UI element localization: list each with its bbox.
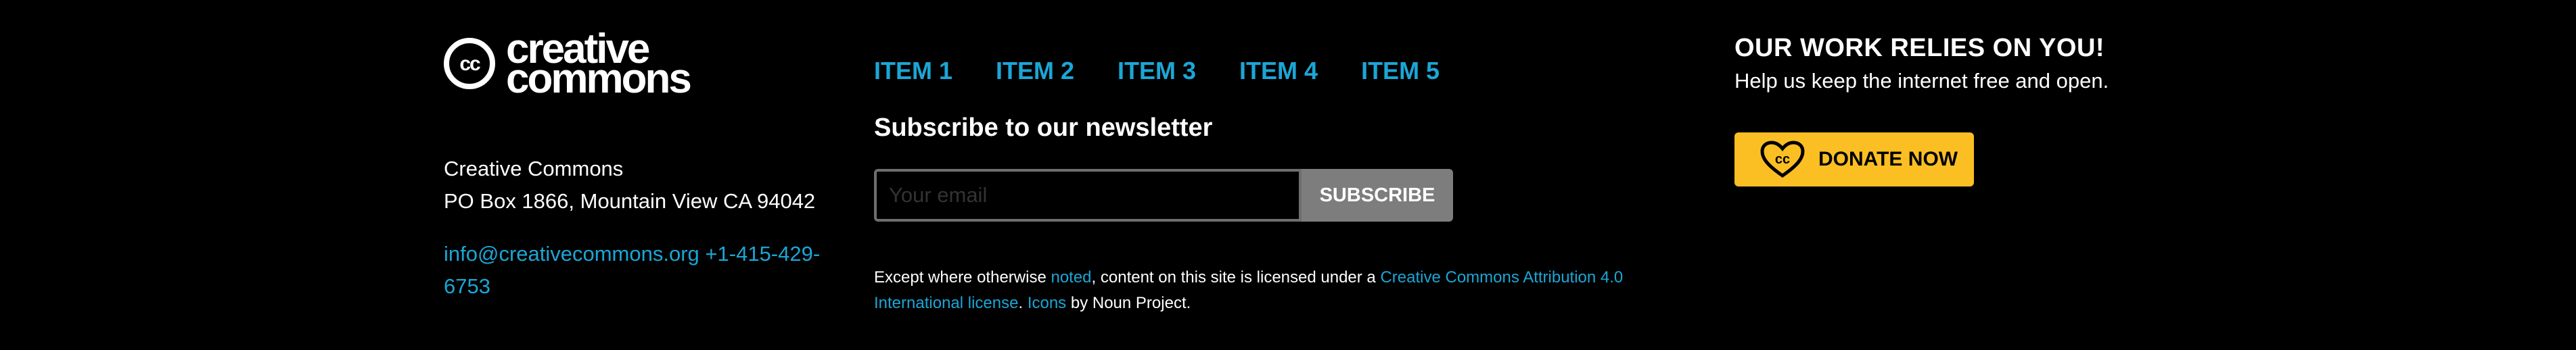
creative-commons-logo[interactable]: cc creative commons <box>444 28 728 102</box>
license-text-2: , content on this site is licensed under… <box>1091 268 1381 286</box>
footer-nav: ITEM 1 ITEM 2 ITEM 3 ITEM 4 ITEM 5 <box>874 57 1483 85</box>
cc-heart-icon: cc <box>1760 141 1805 178</box>
postal-address: PO Box 1866, Mountain View CA 94042 <box>444 189 816 213</box>
org-name: Creative Commons <box>444 157 624 180</box>
license-notice: Except where otherwise noted, content on… <box>874 265 1652 316</box>
email-link[interactable]: info@creativecommons.org <box>444 242 699 266</box>
support-text: Help us keep the internet free and open. <box>1734 69 2109 93</box>
svg-text:cc: cc <box>1775 152 1790 167</box>
subscribe-button[interactable]: SUBSCRIBE <box>1302 169 1453 222</box>
newsletter-title: Subscribe to our newsletter <box>874 114 1213 142</box>
noted-link[interactable]: noted <box>1051 268 1091 286</box>
donate-button[interactable]: cc DONATE NOW <box>1734 132 1974 186</box>
donate-label: DONATE NOW <box>1818 148 1958 170</box>
nav-item-5[interactable]: ITEM 5 <box>1361 57 1440 85</box>
nav-item-3[interactable]: ITEM 3 <box>1118 57 1196 85</box>
icons-link[interactable]: Icons <box>1028 294 1066 312</box>
newsletter-form: SUBSCRIBE <box>874 169 1453 222</box>
nav-item-4[interactable]: ITEM 4 <box>1239 57 1318 85</box>
license-text-4: by Noun Project. <box>1066 294 1191 312</box>
license-text-3: . <box>1018 294 1028 312</box>
support-title: OUR WORK RELIES ON YOU! <box>1734 34 2105 62</box>
contact-block: info@creativecommons.org +1-415-429-6753 <box>444 238 823 303</box>
nav-item-2[interactable]: ITEM 2 <box>996 57 1074 85</box>
logo-word-commons: commons <box>506 55 692 102</box>
license-text-1: Except where otherwise <box>874 268 1051 286</box>
address-block: Creative Commons PO Box 1866, Mountain V… <box>444 153 815 218</box>
cc-logo-icon: cc <box>444 38 495 89</box>
email-input[interactable] <box>874 169 1302 222</box>
cc-badge-text: cc <box>459 53 480 75</box>
nav-item-1[interactable]: ITEM 1 <box>874 57 952 85</box>
